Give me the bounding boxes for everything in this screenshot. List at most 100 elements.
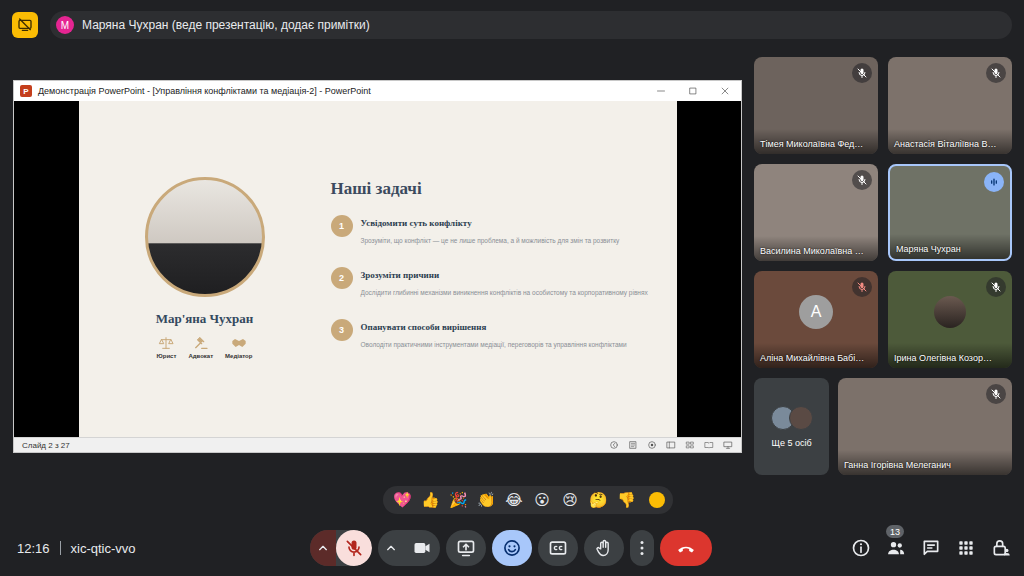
chat-button[interactable]	[920, 537, 942, 559]
participant-tile[interactable]: Василина Миколаївна …	[754, 164, 878, 261]
participant-tile[interactable]: Ірина Олегівна Козор…	[888, 271, 1012, 368]
role: Адвокат	[188, 335, 213, 359]
task-body: Опанувати способи вирішенняОволодіти пра…	[361, 319, 627, 359]
camera-button[interactable]	[404, 530, 440, 566]
people-icon	[886, 538, 906, 558]
presenter-label: Маряна Чухран (веде презентацію, додає п…	[82, 18, 370, 32]
task-number: 3	[331, 319, 353, 341]
mic-status	[852, 277, 872, 297]
minimize-button[interactable]	[645, 81, 677, 101]
reaction-emoji[interactable]: 😢	[559, 490, 581, 510]
mic-options-button[interactable]	[310, 530, 336, 566]
hand-button[interactable]	[584, 530, 624, 566]
lock-button[interactable]	[990, 537, 1012, 559]
task-body: Зрозуміти причиниДослідити глибинні меха…	[361, 267, 648, 307]
mic-off-icon	[344, 538, 364, 558]
reaction-emoji[interactable]: 😮	[531, 490, 553, 510]
camera-options-button[interactable]	[378, 530, 404, 566]
reaction-emoji[interactable]: 👍	[419, 490, 441, 510]
mic-status	[986, 63, 1006, 83]
show-icon[interactable]	[723, 440, 733, 450]
presentation-status[interactable]	[12, 12, 38, 38]
task-item: 3 Опанувати способи вирішенняОволодіти пр…	[331, 319, 649, 359]
task-item: 1Усвідомити суть конфліктуЗрозуміти, що …	[331, 215, 649, 255]
min-icon	[654, 84, 668, 98]
max-icon	[686, 84, 700, 98]
avatar	[789, 406, 813, 430]
mic-status	[852, 63, 872, 83]
call-controls	[310, 530, 712, 566]
presenter-avatar: М	[56, 16, 74, 34]
task-list: 1Усвідомити суть конфліктуЗрозуміти, що …	[331, 215, 649, 359]
maximize-button[interactable]	[677, 81, 709, 101]
close-button[interactable]	[709, 81, 741, 101]
more-people-label: Ще 5 осіб	[771, 438, 811, 448]
people-button[interactable]: 13	[885, 537, 907, 559]
role-label: Медіатор	[225, 353, 252, 359]
mic-off-icon	[856, 174, 868, 186]
participant-tile[interactable]: ААліна Михайлівна Бабі…	[754, 271, 878, 368]
task-number: 2	[331, 267, 353, 289]
main-area: P Демонстрація PowerPoint - [Управління к…	[0, 50, 1024, 480]
meeting-time: 12:16	[17, 541, 50, 556]
captions-button[interactable]	[538, 530, 578, 566]
reaction-emoji[interactable]: 😂	[503, 490, 525, 510]
mic-status	[984, 172, 1004, 192]
mic-status	[986, 384, 1006, 404]
view-icon[interactable]	[647, 440, 657, 450]
info-button[interactable]	[850, 537, 872, 559]
more-people[interactable]: Ще 5 осіб	[754, 378, 829, 475]
slide: Мар'яна Чухран Юрист Адвокат Медіатор Наші з…	[79, 101, 677, 437]
participant-name: Аліна Михайлівна Бабі…	[754, 343, 878, 368]
reaction-emoji[interactable]: 👎	[615, 490, 637, 510]
participants-panel: Тімея Миколаївна Фед…Анастасія Віталіївн…	[742, 50, 1024, 480]
reaction-emoji[interactable]: 🤔	[587, 490, 609, 510]
reaction-emoji[interactable]: 👏	[475, 490, 497, 510]
mic-status	[986, 277, 1006, 297]
slide-heading: Наші задачі	[331, 179, 649, 199]
task-description: Оволодіти практичними інструментами меді…	[361, 341, 627, 350]
mic-button[interactable]	[336, 530, 372, 566]
bottom-bar: 12:16xic-qtic-vvo13	[0, 520, 1024, 576]
apps-icon	[956, 538, 976, 558]
apps-button[interactable]	[955, 537, 977, 559]
reaction-emoji[interactable]: 🎉	[447, 490, 469, 510]
normal-icon[interactable]	[666, 440, 676, 450]
end-icon	[676, 538, 696, 558]
task-body: Усвідомити суть конфліктуЗрозуміти, що к…	[361, 215, 620, 255]
participant-tile[interactable]: Маряна Чухран	[888, 164, 1012, 261]
end-button[interactable]	[660, 530, 712, 566]
people-count-badge: 13	[886, 525, 904, 538]
reaction-emoji[interactable]: 💖	[391, 490, 413, 510]
last-row: Ще 5 осіб Ганна Ігорівна Мелеганич	[754, 378, 1024, 475]
handshake-icon	[231, 335, 247, 351]
presenter-name: Мар'яна Чухран	[156, 311, 254, 327]
reactions-button[interactable]	[492, 530, 532, 566]
window-title: Демонстрація PowerPoint - [Управління ко…	[38, 86, 639, 96]
participant-name: Ірина Олегівна Козор…	[888, 343, 1012, 368]
powerpoint-logo: P	[20, 85, 32, 97]
slide-profile: Мар'яна Чухран Юрист Адвокат Медіатор	[79, 101, 331, 437]
present-button[interactable]	[446, 530, 486, 566]
camera-group	[378, 530, 440, 566]
sorter-icon[interactable]	[685, 440, 695, 450]
prev-icon[interactable]	[609, 440, 619, 450]
more-button[interactable]	[630, 530, 654, 566]
participant-tile[interactable]: Тімея Миколаївна Фед…	[754, 57, 878, 154]
participant-name: Маряна Чухран	[890, 234, 1010, 259]
skin-tone-picker[interactable]	[649, 492, 665, 508]
task-description: Дослідити глибинні механізми виникнення …	[361, 289, 648, 298]
participant-name: Ганна Ігорівна Мелеганич	[838, 450, 1012, 475]
read-icon[interactable]	[704, 440, 714, 450]
side-controls: 13	[850, 537, 1012, 559]
mic-off-icon	[990, 388, 1002, 400]
participant-name: Василина Миколаївна …	[754, 236, 878, 261]
title-bar: P Демонстрація PowerPoint - [Управління к…	[14, 81, 741, 101]
notes-icon[interactable]	[628, 440, 638, 450]
status-icons	[609, 440, 733, 450]
participant-tile[interactable]: Ганна Ігорівна Мелеганич	[838, 378, 1012, 475]
reactions-icon	[502, 538, 522, 558]
role: Юрист	[157, 335, 177, 359]
participant-tile[interactable]: Анастасія Віталіївна В…	[888, 57, 1012, 154]
slide-tasks: Наші задачі 1Усвідомити суть конфліктуЗро…	[331, 101, 677, 437]
